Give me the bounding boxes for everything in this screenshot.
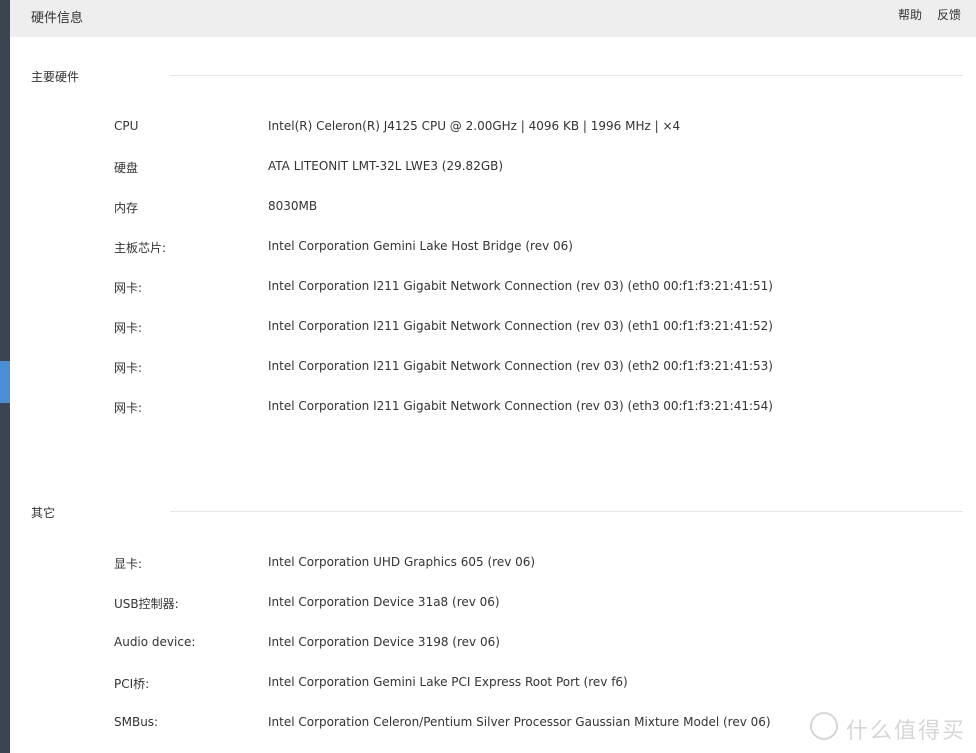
info-value: Intel Corporation Device 3198 (rev 06) (268, 635, 500, 649)
info-value: Intel Corporation I211 Gigabit Network C… (268, 319, 773, 333)
section-divider (170, 75, 963, 76)
watermark: 什么值得买 (810, 708, 970, 744)
watermark-logo-icon (810, 712, 838, 740)
info-value: Intel Corporation Gemini Lake Host Bridg… (268, 239, 573, 253)
info-label: PCI桥: (114, 677, 150, 691)
info-value: Intel Corporation I211 Gigabit Network C… (268, 399, 773, 413)
info-value: 8030MB (268, 199, 318, 213)
info-row-usb-controller: USB控制器: Intel Corporation Device 31a8 (r… (0, 595, 976, 615)
info-label: Audio device: (114, 635, 196, 649)
info-label: 网卡: (114, 321, 143, 335)
watermark-text: 什么值得买 (846, 719, 967, 744)
info-row-cpu: CPU Intel(R) Celeron(R) J4125 CPU @ 2.00… (0, 119, 976, 139)
info-value: Intel Corporation Celeron/Pentium Silver… (268, 715, 771, 729)
section-title-other: 其它 (31, 506, 56, 520)
info-row-audio-device: Audio device: Intel Corporation Device 3… (0, 635, 976, 655)
info-value: Intel(R) Celeron(R) J4125 CPU @ 2.00GHz … (268, 119, 681, 133)
info-label: SMBus: (114, 715, 159, 729)
info-label: 内存 (114, 201, 139, 215)
info-row-disk: 硬盘 ATA LITEONIT LMT-32L LWE3 (29.82GB) (0, 159, 976, 179)
feedback-link[interactable]: 反馈 (937, 6, 961, 23)
info-value: Intel Corporation I211 Gigabit Network C… (268, 279, 773, 293)
info-row-gpu: 显卡: Intel Corporation UHD Graphics 605 (… (0, 555, 976, 575)
info-row-nic-eth2: 网卡: Intel Corporation I211 Gigabit Netwo… (0, 359, 976, 379)
info-label: 网卡: (114, 281, 143, 295)
page-header: 硬件信息 帮助 反馈 (10, 0, 976, 37)
section-divider (170, 511, 963, 512)
info-row-memory: 内存 8030MB (0, 199, 976, 219)
info-label: 网卡: (114, 361, 143, 375)
info-row-nic-eth0: 网卡: Intel Corporation I211 Gigabit Netwo… (0, 279, 976, 299)
info-value: ATA LITEONIT LMT-32L LWE3 (29.82GB) (268, 159, 504, 173)
info-value: Intel Corporation Device 31a8 (rev 06) (268, 595, 500, 609)
page-title: 硬件信息 (31, 11, 84, 26)
help-link[interactable]: 帮助 (898, 6, 922, 23)
info-row-pci-bridge: PCI桥: Intel Corporation Gemini Lake PCI … (0, 675, 976, 695)
section-title-main-hardware: 主要硬件 (31, 70, 80, 84)
info-label: 硬盘 (114, 161, 139, 175)
info-value: Intel Corporation Gemini Lake PCI Expres… (268, 675, 628, 689)
info-row-nic-eth3: 网卡: Intel Corporation I211 Gigabit Netwo… (0, 399, 976, 419)
info-label: USB控制器: (114, 597, 179, 611)
info-row-nic-eth1: 网卡: Intel Corporation I211 Gigabit Netwo… (0, 319, 976, 339)
info-value: Intel Corporation I211 Gigabit Network C… (268, 359, 773, 373)
info-value: Intel Corporation UHD Graphics 605 (rev … (268, 555, 536, 569)
info-label: 显卡: (114, 557, 143, 571)
info-label: CPU (114, 119, 139, 133)
info-row-chipset: 主板芯片: Intel Corporation Gemini Lake Host… (0, 239, 976, 259)
info-label: 主板芯片: (114, 241, 167, 255)
info-label: 网卡: (114, 401, 143, 415)
